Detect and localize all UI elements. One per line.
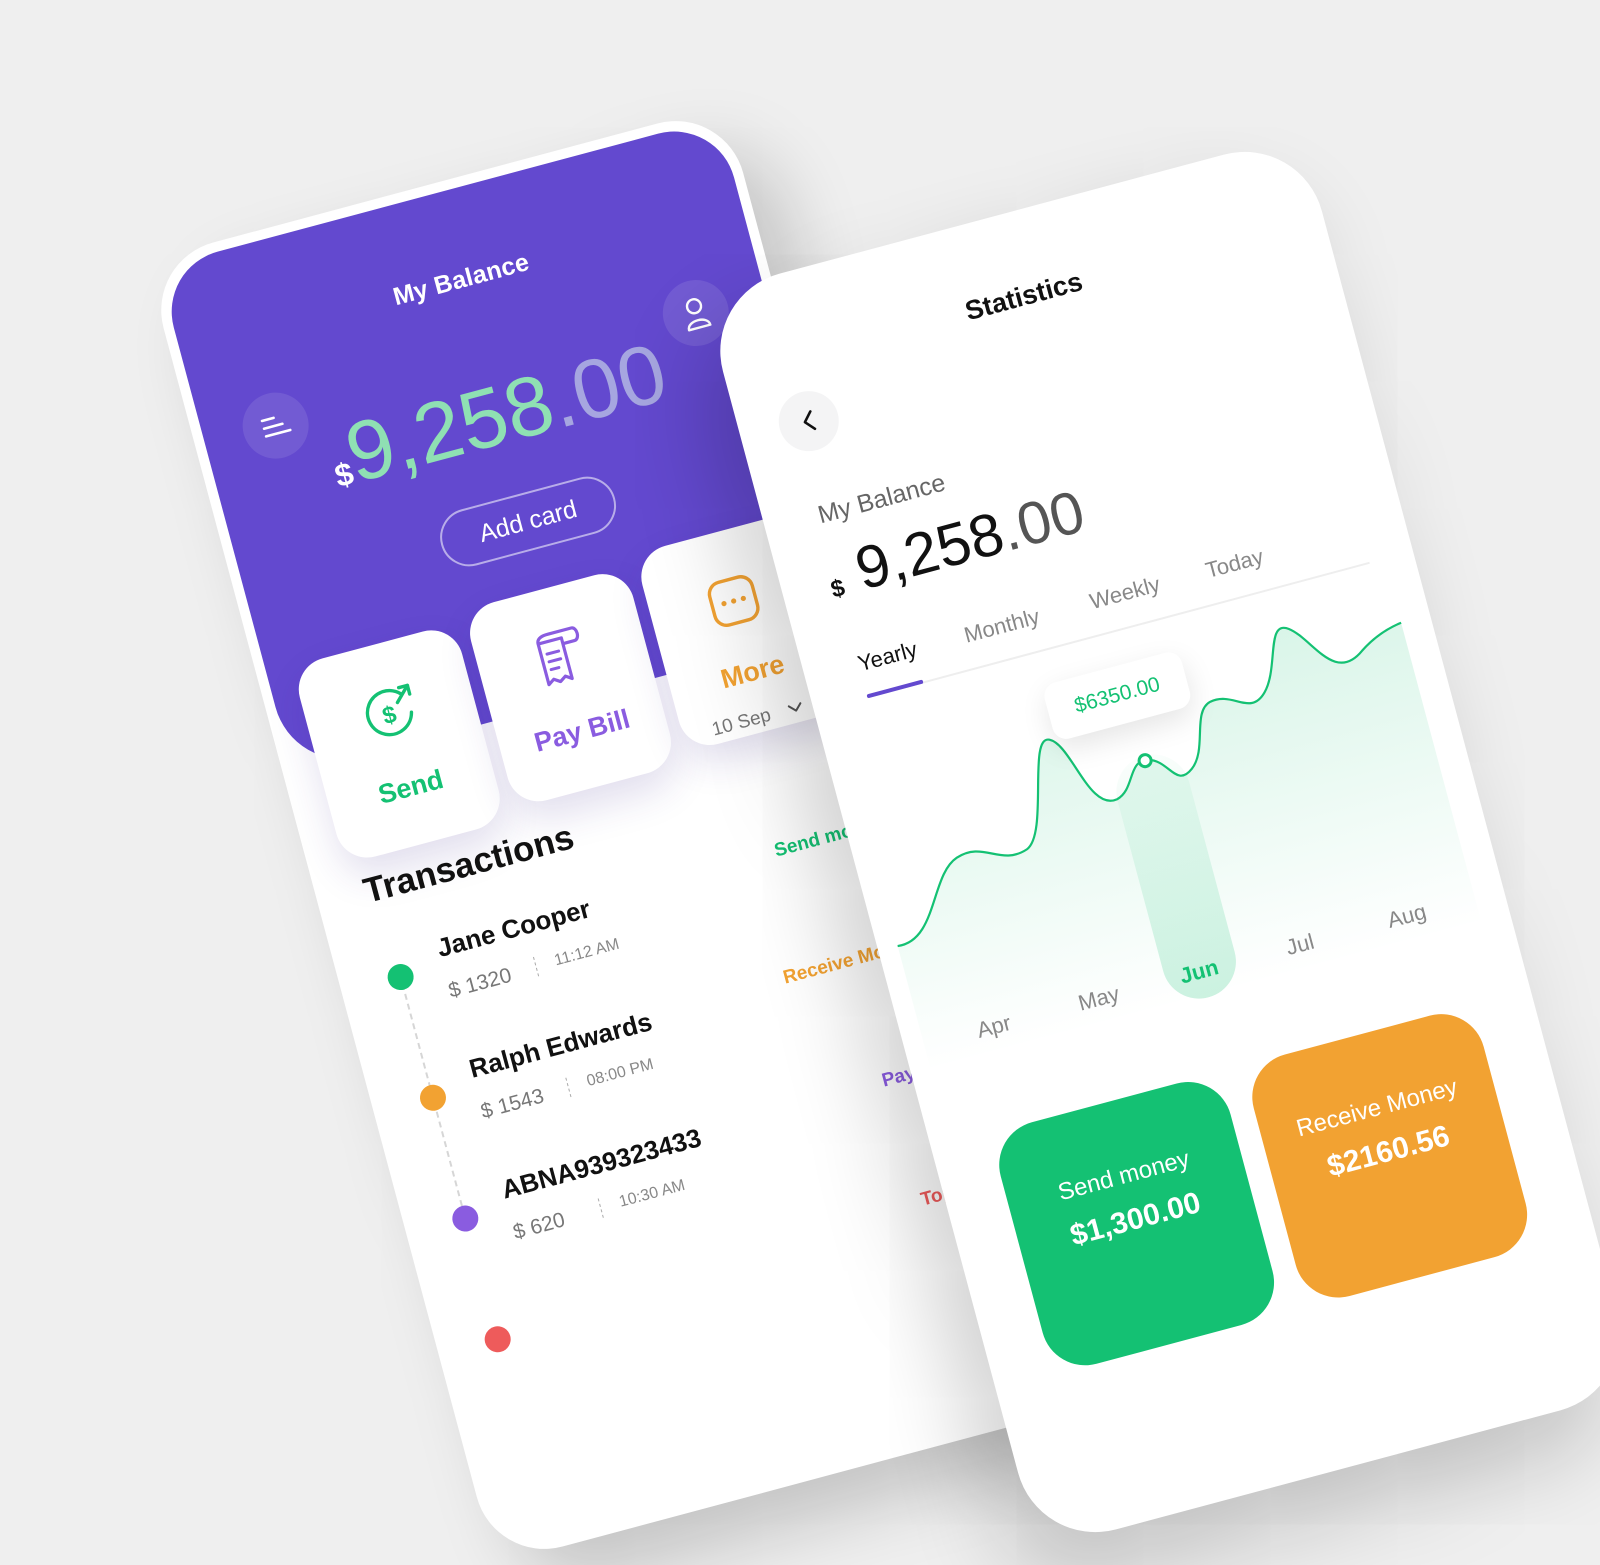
receive-money-card[interactable]: Receive Money $2160.56 — [1242, 1004, 1538, 1308]
balance-integer: 9,258 — [335, 355, 564, 501]
transaction-amount: $ 1320 — [446, 963, 515, 1003]
chart-point-selected[interactable] — [1137, 753, 1153, 769]
transaction-time: 08:00 PM — [584, 1055, 656, 1091]
dollar-send-icon: $ — [365, 683, 414, 737]
transaction-amount: $ 1543 — [478, 1084, 547, 1124]
divider — [565, 1077, 573, 1098]
send-label: Send — [374, 763, 447, 810]
currency-symbol: $ — [827, 574, 848, 604]
pay-bill-label: Pay Bill — [531, 703, 634, 758]
more-label: More — [717, 648, 788, 695]
tab-yearly[interactable]: Yearly — [855, 636, 920, 677]
status-dot — [481, 1323, 514, 1356]
active-tab-indicator — [866, 679, 924, 699]
back-button[interactable] — [772, 384, 846, 458]
status-dot — [417, 1081, 449, 1114]
tab-monthly[interactable]: Monthly — [961, 604, 1042, 649]
receipt-icon — [536, 626, 580, 687]
status-dot — [384, 961, 417, 993]
transaction-amount: $ 620 — [510, 1208, 568, 1245]
tab-weekly[interactable]: Weekly — [1087, 571, 1163, 615]
transaction-time: 11:12 AM — [552, 935, 622, 970]
chevron-left-icon — [803, 410, 817, 431]
divider — [597, 1198, 605, 1218]
send-money-card[interactable]: Send money $1,300.00 — [989, 1072, 1284, 1376]
divider — [532, 956, 541, 977]
svg-text:$: $ — [380, 701, 401, 731]
tab-today[interactable]: Today — [1203, 544, 1266, 584]
page-title: Statistics — [961, 266, 1086, 327]
balance-decimal: .00 — [538, 324, 677, 446]
balance-decimal: .00 — [993, 477, 1092, 564]
more-dots-icon — [707, 575, 760, 627]
status-dot — [449, 1202, 482, 1235]
chevron-down-icon — [787, 702, 801, 712]
transaction-time: 10:30 AM — [617, 1176, 687, 1211]
